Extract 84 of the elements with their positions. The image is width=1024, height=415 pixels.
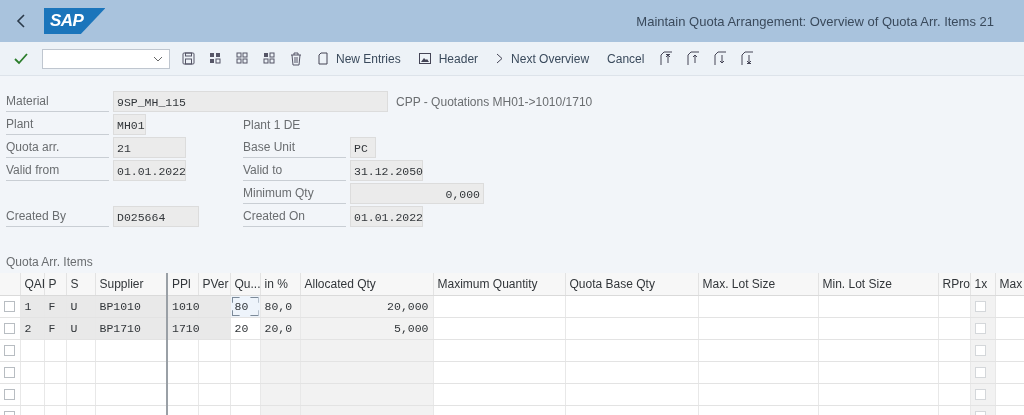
input-field[interactable]: PC	[350, 137, 376, 158]
table-cell: F	[48, 300, 56, 313]
checkbox[interactable]	[974, 367, 986, 379]
field-label: Base Unit	[243, 137, 346, 158]
header-button[interactable]: Header	[416, 49, 481, 68]
table-cell: U	[70, 322, 78, 335]
checkbox[interactable]	[974, 345, 986, 357]
column-header[interactable]: Quota Base Qty	[565, 273, 698, 296]
table-cell[interactable]: 20	[234, 322, 249, 335]
dropdown-icon	[153, 55, 163, 62]
row-selector[interactable]	[4, 345, 15, 357]
column-header[interactable]: Maximum Quantity	[433, 273, 565, 296]
image-icon	[418, 53, 431, 64]
table-cell: 20,0	[264, 322, 293, 335]
table-cell: 80,0	[264, 300, 293, 313]
check-icon[interactable]	[14, 52, 28, 65]
window-title: Maintain Quota Arrangement: Overview of Quota Arr. Items 21	[636, 13, 994, 29]
column-header[interactable]: Min. Lot Size	[818, 273, 938, 296]
row-selector[interactable]	[4, 367, 15, 379]
sap-logo: SAP	[44, 8, 106, 34]
row-selector[interactable]	[4, 323, 15, 335]
column-header[interactable]: P	[44, 273, 66, 296]
cancel-button[interactable]: Cancel	[605, 49, 647, 68]
column-header[interactable]: 1x	[970, 273, 995, 296]
input-field[interactable]: 0,000	[350, 183, 484, 204]
input-field[interactable]: D025664	[113, 206, 199, 227]
page-icon	[318, 52, 328, 65]
column-header[interactable]: S	[66, 273, 95, 296]
grid-icon[interactable]	[209, 52, 222, 65]
column-header[interactable]: in %	[260, 273, 300, 296]
row-selector[interactable]	[4, 389, 15, 401]
table-cell: BP1710	[99, 322, 141, 335]
field-label: Created On	[243, 206, 346, 227]
new-entries-button[interactable]: New Entries	[316, 49, 403, 68]
field-label: Material	[6, 91, 109, 112]
column-header[interactable]: Supplier	[95, 273, 167, 296]
column-header[interactable]: Max	[995, 273, 1024, 296]
table-cell: 5,000	[394, 322, 429, 335]
checkbox[interactable]	[974, 389, 986, 401]
table-cell: 1010	[172, 300, 200, 313]
input-field[interactable]: 01.01.2022	[350, 206, 423, 227]
input-field[interactable]: 21	[113, 137, 186, 158]
column-header[interactable]: Qu...	[230, 273, 260, 296]
table-cell: 1710	[172, 322, 200, 335]
column-header[interactable]: Max. Lot Size	[698, 273, 818, 296]
back-icon[interactable]	[16, 14, 26, 28]
chevron-icon	[496, 53, 504, 64]
field-label: Quota arr.	[6, 137, 109, 158]
checkbox[interactable]	[974, 323, 986, 335]
field-label: Valid to	[243, 160, 346, 181]
page-arrow-icon[interactable]	[741, 51, 755, 66]
page-arrow-icon[interactable]	[660, 51, 674, 66]
table-cell: 1	[24, 300, 32, 313]
checkbox[interactable]	[974, 301, 986, 313]
input-field[interactable]: 01.01.2022	[113, 160, 186, 181]
focus-frame	[231, 297, 259, 316]
next-overview-button[interactable]: Next Overview	[494, 49, 592, 68]
input-field[interactable]: 31.12.2050	[350, 160, 423, 181]
column-header[interactable]: PPl	[167, 273, 198, 296]
table-cell: F	[48, 322, 56, 335]
table-title: Quota Arr. Items	[5, 255, 94, 271]
table-cell: BP1010	[99, 300, 141, 313]
page-arrow-icon[interactable]	[687, 51, 701, 66]
grid-icon[interactable]	[236, 52, 249, 65]
column-header[interactable]: Allocated Qty	[300, 273, 433, 296]
grid-icon[interactable]	[263, 52, 276, 65]
table-cell: 20,000	[387, 300, 429, 313]
table-cell: U	[70, 300, 78, 313]
input-field[interactable]: 9SP_MH_115	[113, 91, 388, 112]
column-header[interactable]: PVer	[198, 273, 230, 296]
command-field[interactable]	[42, 48, 170, 69]
field-label: Plant	[6, 114, 109, 135]
column-header[interactable]: RPro	[938, 273, 970, 296]
field-label: Minimum Qty	[243, 183, 346, 204]
field-label: Created By	[6, 206, 109, 227]
delete-icon[interactable]	[290, 51, 302, 66]
page-arrow-icon[interactable]	[714, 51, 728, 66]
save-icon[interactable]	[182, 52, 195, 65]
field-label: Valid from	[6, 160, 109, 181]
description-text: CPP - Quotations MH01->1010/1710	[395, 94, 594, 109]
row-selector[interactable]	[4, 301, 15, 313]
description-text: Plant 1 DE	[243, 117, 302, 132]
table-cell: 2	[24, 322, 32, 335]
input-field[interactable]: MH01	[113, 114, 146, 135]
